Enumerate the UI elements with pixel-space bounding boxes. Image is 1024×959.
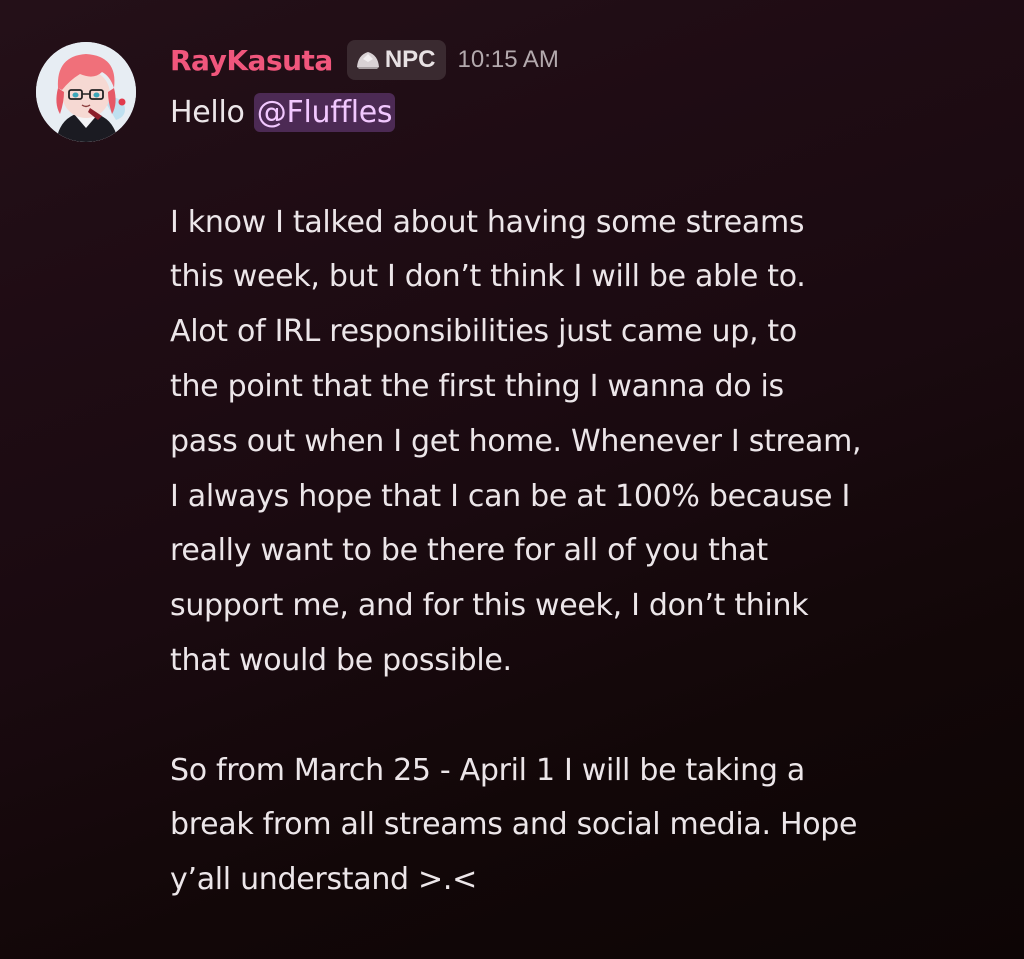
message-line: the point that the first thing I wanna d… [170,368,784,404]
avatar-image [36,42,136,142]
avatar[interactable] [36,42,136,142]
timestamp: 10:15 AM [457,46,559,73]
npc-badge[interactable]: NPC [346,40,446,80]
message-line: pass out when I get home. Whenever I str… [170,423,862,459]
message-line: this week, but I don’t think I will be a… [170,259,806,295]
greeting-line: Hello @Fluffles [170,86,1010,141]
user-mention[interactable]: @Fluffles [253,93,396,132]
message-header: RayKasuta NPC 10:15 AM [170,38,559,82]
greeting-text: Hello [170,95,245,130]
message-line: Alot of IRL responsibilities just came u… [170,314,797,350]
message-line: I know I talked about having some stream… [170,204,805,240]
message-line: y’all understand >.< [170,862,477,898]
message-line: that would be possible. [170,642,512,678]
message-line: I always hope that I can be at 100% beca… [170,478,851,514]
npc-badge-label: NPC [384,46,436,73]
npc-badge-icon [356,52,379,69]
message-line: really want to be there for all of you t… [170,533,768,569]
message-line: support me, and for this week, I don’t t… [170,588,809,624]
message-line: break from all streams and social media.… [170,807,858,843]
username[interactable]: RayKasuta [170,44,333,77]
chat-message: RayKasuta NPC 10:15 AM Hello @Fluffles I… [0,0,1024,959]
message-line: So from March 25 - April 1 I will be tak… [170,752,805,788]
message-content: Hello @Fluffles I know I talked about ha… [170,86,1010,908]
